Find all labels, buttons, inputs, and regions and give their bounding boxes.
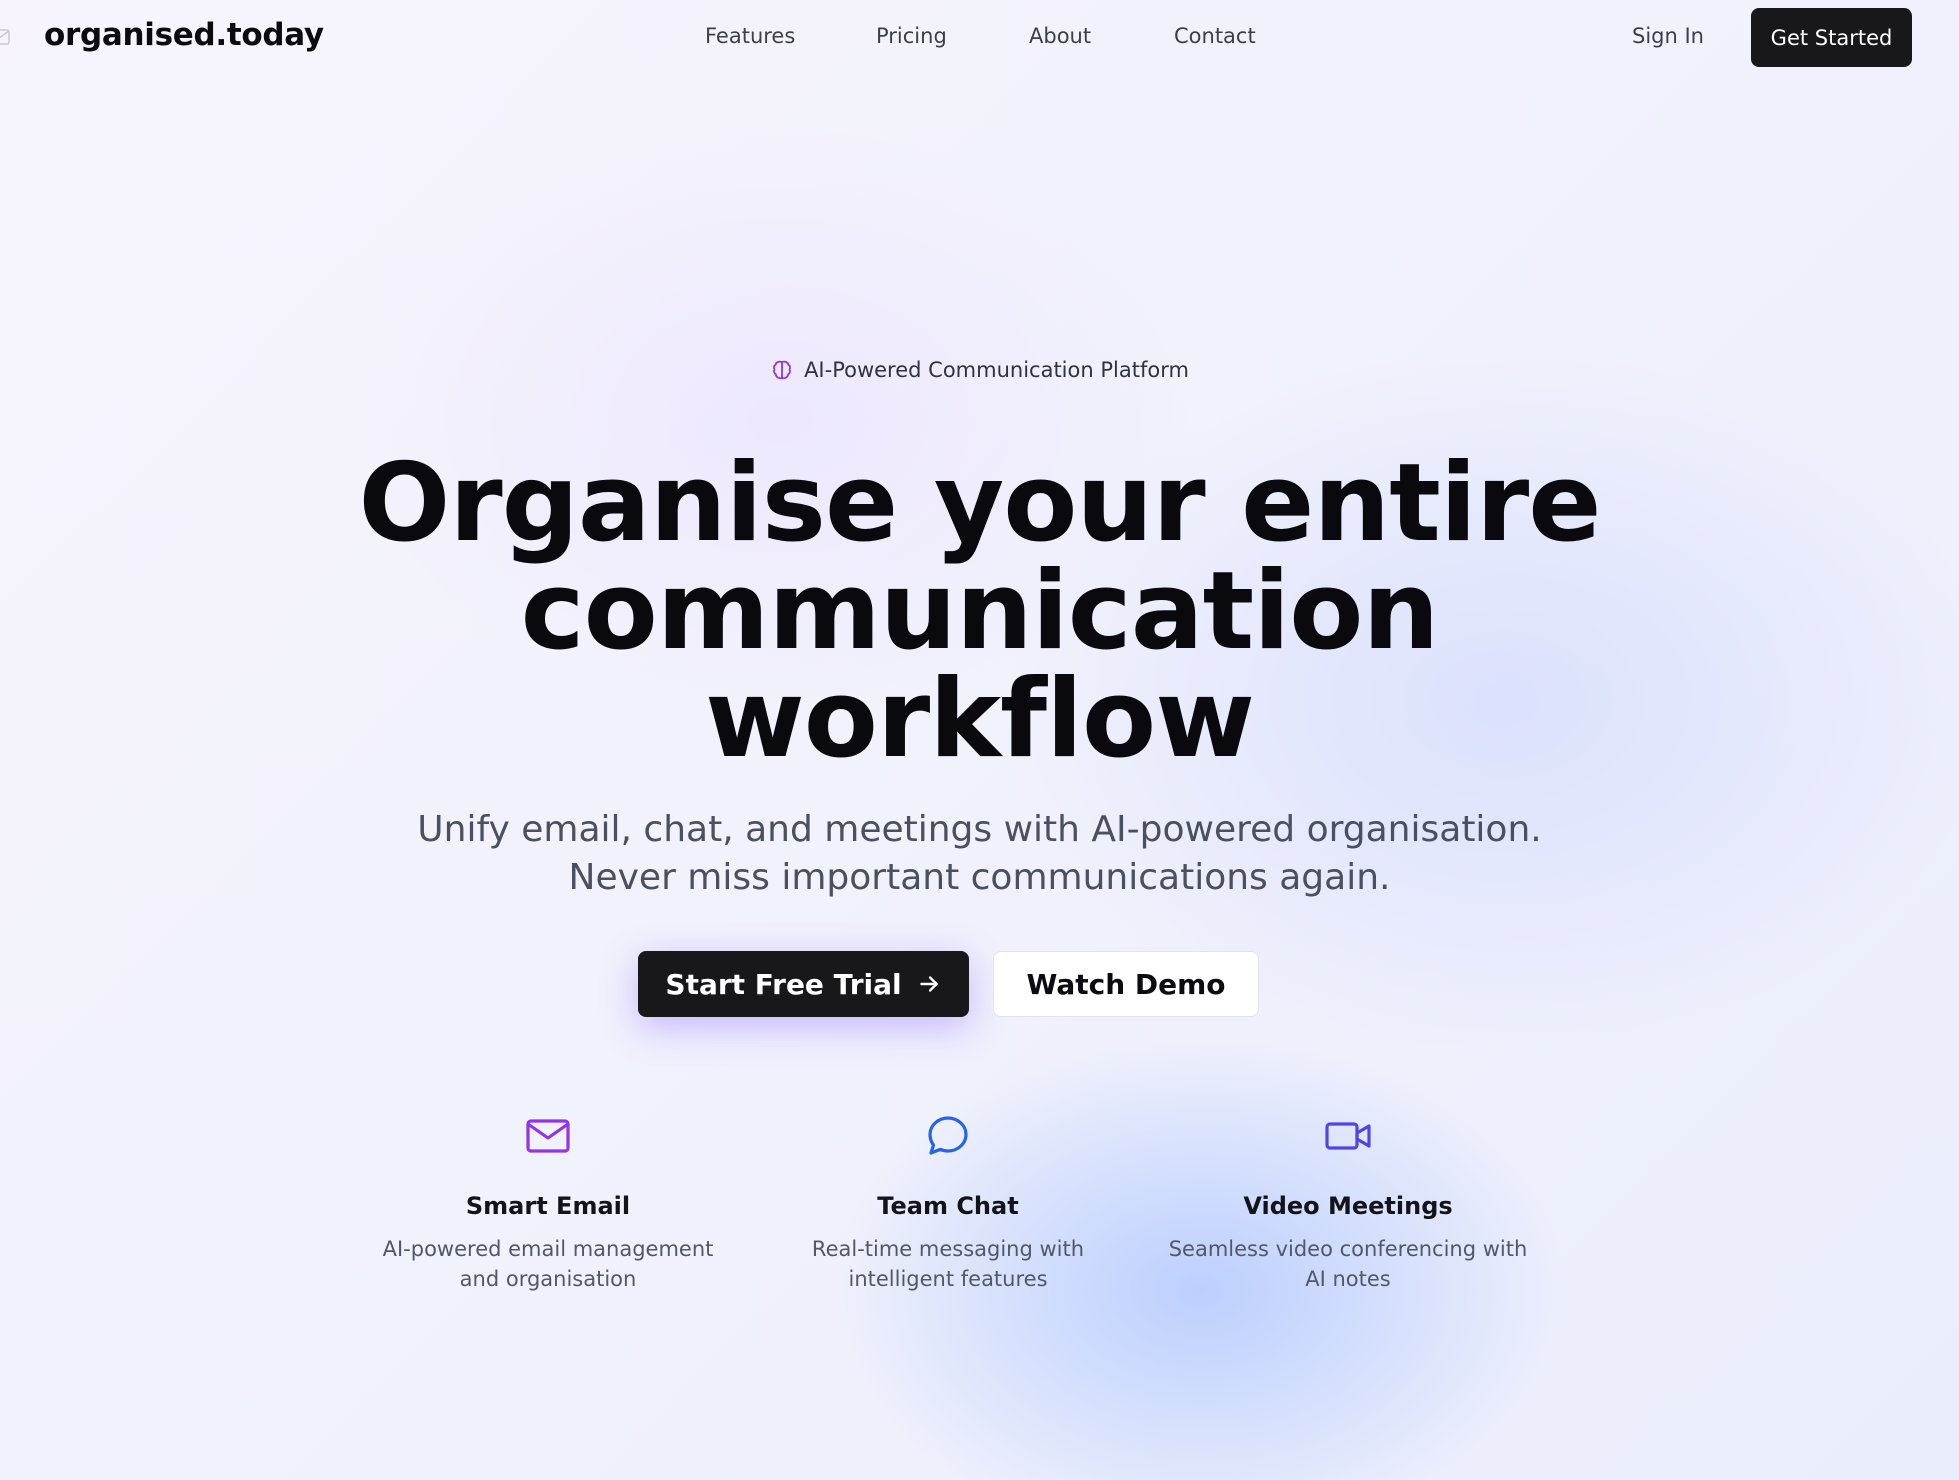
arrow-right-icon bbox=[919, 976, 938, 992]
feature-description-line: AI-powered email management bbox=[382, 1237, 714, 1261]
headline-line: Organise your entire bbox=[358, 441, 1602, 566]
nav-link-contact[interactable]: Contact bbox=[1174, 24, 1256, 48]
feature-title: Video Meetings bbox=[1243, 1192, 1453, 1220]
feature-description: AI-powered email management and organisa… bbox=[348, 1234, 748, 1294]
feature-description-line: Real-time messaging with bbox=[811, 1237, 1085, 1261]
top-nav-bar: organised.today Features Pricing About C… bbox=[0, 0, 1959, 76]
feature-description: Real-time messaging with intelligent fea… bbox=[748, 1234, 1148, 1294]
nav-link-pricing[interactable]: Pricing bbox=[876, 24, 947, 48]
feature-title: Team Chat bbox=[877, 1192, 1019, 1220]
chat-bubble-icon bbox=[928, 1116, 968, 1155]
headline-line: workflow bbox=[704, 657, 1255, 782]
nav-link-features[interactable]: Features bbox=[705, 24, 795, 48]
subhead-line: Never miss important communications agai… bbox=[568, 857, 1391, 898]
hero-subheadline: Unify email, chat, and meetings with AI-… bbox=[0, 806, 1959, 902]
feature-description-line: AI notes bbox=[1305, 1267, 1391, 1291]
hero-badge-text: AI-Powered Communication Platform bbox=[804, 358, 1189, 382]
get-started-button[interactable]: Get Started bbox=[1751, 8, 1912, 67]
brain-icon bbox=[773, 360, 792, 380]
feature-card-chat: Team Chat Real-time messaging with intel… bbox=[748, 1112, 1148, 1294]
feature-card-video: Video Meetings Seamless video conferenci… bbox=[1148, 1112, 1548, 1294]
nav-link-about[interactable]: About bbox=[1029, 24, 1091, 48]
start-free-trial-label: Start Free Trial bbox=[665, 967, 902, 1001]
video-camera-icon bbox=[1325, 1122, 1371, 1150]
feature-description-line: and organisation bbox=[459, 1267, 637, 1291]
hero-headline: Organise your entire communication workf… bbox=[0, 450, 1959, 774]
sign-in-link[interactable]: Sign In bbox=[1632, 24, 1704, 48]
feature-title: Smart Email bbox=[465, 1192, 631, 1220]
start-free-trial-button[interactable]: Start Free Trial bbox=[638, 951, 969, 1017]
mail-icon bbox=[526, 1119, 570, 1153]
feature-description-line: intelligent features bbox=[848, 1267, 1048, 1291]
hero-badge: AI-Powered Communication Platform bbox=[0, 358, 1959, 382]
feature-card-email: Smart Email AI-powered email management … bbox=[348, 1112, 748, 1294]
feature-description: Seamless video conferencing with AI note… bbox=[1148, 1234, 1548, 1294]
watch-demo-button[interactable]: Watch Demo bbox=[993, 951, 1259, 1017]
headline-line: communication bbox=[520, 549, 1440, 674]
subhead-line: Unify email, chat, and meetings with AI-… bbox=[417, 809, 1542, 850]
feature-description-line: Seamless video conferencing with bbox=[1168, 1237, 1528, 1261]
